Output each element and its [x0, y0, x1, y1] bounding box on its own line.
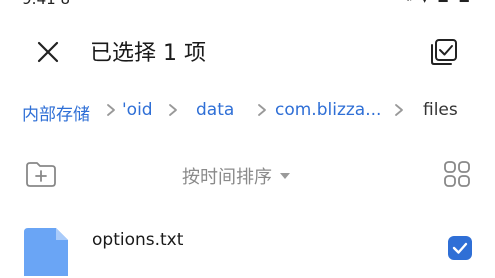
grid-view-button[interactable]: [442, 159, 472, 189]
chevron-right-icon: [395, 104, 403, 116]
sort-by-time-button[interactable]: 按时间排序: [182, 163, 290, 189]
add-folder-icon: [26, 162, 56, 187]
close-icon: [37, 41, 59, 63]
selection-header: 已选择 1 项: [0, 22, 495, 78]
status-icons: ⌁ ▾ ▬ ▬: [405, 0, 473, 6]
breadcrumb-item-files: files: [423, 100, 458, 120]
select-all-button[interactable]: [424, 32, 464, 72]
breadcrumb: 内部存储 'oid data com.blizza... files: [0, 96, 495, 126]
sort-label: 按时间排序: [182, 167, 272, 188]
file-name: options.txt: [92, 230, 184, 250]
chevron-right-icon: [169, 104, 177, 116]
file-list-item[interactable]: options.txt: [0, 218, 495, 278]
breadcrumb-item-android[interactable]: 'oid: [122, 100, 153, 120]
new-folder-button[interactable]: [24, 159, 58, 189]
chevron-right-icon: [258, 104, 266, 116]
caret-down-icon: [280, 173, 290, 179]
select-all-icon: [431, 39, 457, 65]
file-checkbox[interactable]: [448, 236, 472, 260]
breadcrumb-item-data[interactable]: data: [196, 100, 234, 120]
grid-view-icon: [444, 161, 470, 187]
selection-title: 已选择 1 项: [90, 41, 206, 66]
status-bar: 9:41 8 ⌁ ▾ ▬ ▬: [0, 0, 495, 12]
status-time: 9:41 8: [22, 0, 70, 8]
close-button[interactable]: [30, 34, 66, 70]
breadcrumb-item-com-blizzard[interactable]: com.blizza...: [275, 100, 381, 120]
file-icon: [24, 228, 68, 276]
chevron-right-icon: [107, 104, 115, 116]
breadcrumb-item-internal-storage[interactable]: 内部存储: [22, 100, 90, 125]
checkmark-icon: [452, 242, 468, 254]
file-toolbar: 按时间排序: [0, 155, 495, 197]
